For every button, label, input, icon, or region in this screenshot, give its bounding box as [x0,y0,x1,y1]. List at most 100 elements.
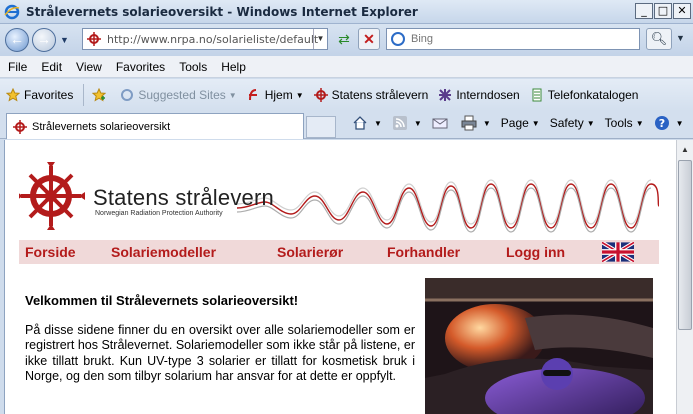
nav-forside[interactable]: Forside [25,244,76,260]
page-viewport: Statens strålevern Norwegian Radiation P… [4,140,676,414]
feeds-dropdown-icon[interactable]: ▼ [414,119,422,128]
search-button[interactable]: 🔍︎ [646,28,672,50]
hjem-logo-icon [247,88,261,102]
tools-menu-label: Tools [604,116,633,130]
fav-telefonkatalogen-label: Telefonkatalogen [547,88,639,102]
fav-suggested-sites-label: Suggested Sites [138,88,226,102]
address-bar[interactable]: http://www.nrpa.no/solarieliste/default.… [82,28,328,50]
svg-text:?: ? [658,117,664,130]
close-button[interactable]: ✕ [673,3,691,19]
solarium-photo [425,278,653,414]
favorites-bar: Favorites Suggested Sites ▼ Hjem ▼ State… [0,79,693,111]
menu-tools[interactable]: Tools [179,60,207,74]
forward-button[interactable]: → [32,28,56,52]
help-button[interactable]: ? ▼ [654,115,684,131]
safety-menu[interactable]: Safety ▼ [550,116,595,130]
favorites-label: Favorites [24,88,74,102]
menu-help[interactable]: Help [221,60,246,74]
home-dropdown-icon[interactable]: ▼ [374,119,382,128]
fav-hjem[interactable]: Hjem ▼ [247,88,304,102]
site-header: Statens strålevern Norwegian Radiation P… [19,158,659,238]
address-toolbar: ← → ▼ http://www.nrpa.no/solarieliste/de… [0,24,693,56]
print-button[interactable]: ▼ [461,115,491,131]
scroll-thumb[interactable] [678,160,692,330]
read-mail-button[interactable] [432,115,451,131]
intro-paragraph: På disse sidene finner du en oversikt ov… [25,323,415,384]
new-tab-button[interactable] [306,116,336,138]
favorites-separator [83,84,85,106]
search-box[interactable] [386,28,640,50]
nav-solarieror[interactable]: Solarierør [277,244,343,260]
rss-feed-icon [392,115,408,131]
window-title: Strålevernets solarieoversikt - Windows … [26,4,418,19]
tools-menu[interactable]: Tools ▼ [605,116,644,130]
tab-label: Strålevernets solarieoversikt [32,120,171,133]
vertical-scrollbar[interactable]: ▲ [676,140,693,414]
site-navigation: Forside Solariemodeller Solarierør Forha… [19,240,659,264]
safety-menu-label: Safety [549,116,584,130]
fav-telefonkatalogen[interactable]: Telefonkatalogen [530,88,639,102]
tab-row: Strålevernets solarieoversikt ▼ ▼ ▼ Page… [0,111,693,139]
search-dropdown-icon[interactable]: ▼ [676,33,685,43]
menu-file[interactable]: File [8,60,27,74]
window-title-bar: Strålevernets solarieoversikt - Windows … [0,0,693,24]
stop-button[interactable]: ✕ [358,28,380,50]
back-button[interactable]: ← [5,28,29,52]
menu-favorites[interactable]: Favorites [116,60,165,74]
menu-edit[interactable]: Edit [41,60,62,74]
home-icon [352,115,368,131]
fav-interndosen[interactable]: Interndosen [438,88,520,102]
suggested-dropdown-icon[interactable]: ▼ [229,91,237,100]
fav-suggested-sites[interactable]: Suggested Sites ▼ [120,88,237,102]
feeds-button[interactable]: ▼ [392,115,422,131]
menu-bar: File Edit View Favorites Tools Help [0,56,693,78]
nav-forhandler[interactable]: Forhandler [387,244,460,260]
nrpa-favicon-icon [313,88,328,102]
nav-solariemodeller[interactable]: Solariemodeller [111,244,216,260]
help-dropdown-icon[interactable]: ▼ [676,119,684,128]
interndosen-icon [438,88,452,102]
ie-page-icon [120,88,134,102]
printer-icon [461,115,477,131]
help-icon: ? [654,115,670,131]
page-dropdown-icon: ▼ [531,118,540,128]
add-favorite-icon [92,87,107,102]
favorites-button[interactable]: Favorites [5,87,74,102]
maximize-button[interactable]: □ [654,3,672,19]
star-icon [5,87,21,102]
print-dropdown-icon[interactable]: ▼ [483,119,491,128]
site-favicon-icon [87,32,101,46]
brand-subtitle: Norwegian Radiation Protection Authority [95,210,223,217]
url-text[interactable]: http://www.nrpa.no/solarieliste/default.… [107,33,319,46]
page-menu[interactable]: Page ▼ [501,116,540,130]
ie-logo-icon [4,4,20,20]
refresh-icon[interactable]: ⇄ [334,29,354,49]
active-tab[interactable]: Strålevernets solarieoversikt [6,113,304,139]
page-menu-label: Page [500,116,529,130]
brand-name: Statens strålevern [93,185,274,210]
tools-dropdown-icon: ▼ [635,118,644,128]
nav-logg-inn[interactable]: Logg inn [506,244,565,260]
fav-hjem-label: Hjem [264,88,293,102]
fav-statens-stralevern[interactable]: Statens strålevern [313,88,429,102]
search-input[interactable] [411,33,611,45]
english-flag-icon[interactable] [601,240,635,264]
mail-icon [432,115,448,131]
menu-view[interactable]: View [76,60,102,74]
tab-favicon-icon [13,119,27,134]
fav-interndosen-label: Interndosen [456,88,520,102]
window-controls: _ □ ✕ [635,3,691,19]
home-button[interactable]: ▼ [352,115,382,131]
minimize-button[interactable]: _ [635,3,653,19]
hjem-dropdown-icon[interactable]: ▼ [296,91,304,100]
history-dropdown-icon[interactable]: ▼ [60,35,69,45]
address-dropdown-icon[interactable]: ▼ [313,29,327,49]
command-bar: ▼ ▼ ▼ Page ▼ Safety ▼ Tools ▼ ? ▼ [352,115,693,131]
fav-statens-label: Statens strålevern [331,88,429,102]
page-heading: Velkommen til Strålevernets solarieovers… [25,293,299,308]
scroll-up-icon[interactable]: ▲ [677,142,693,158]
add-favorite-button[interactable] [92,87,110,102]
phonebook-icon [530,88,544,102]
bing-icon [391,32,405,46]
safety-dropdown-icon: ▼ [586,118,595,128]
